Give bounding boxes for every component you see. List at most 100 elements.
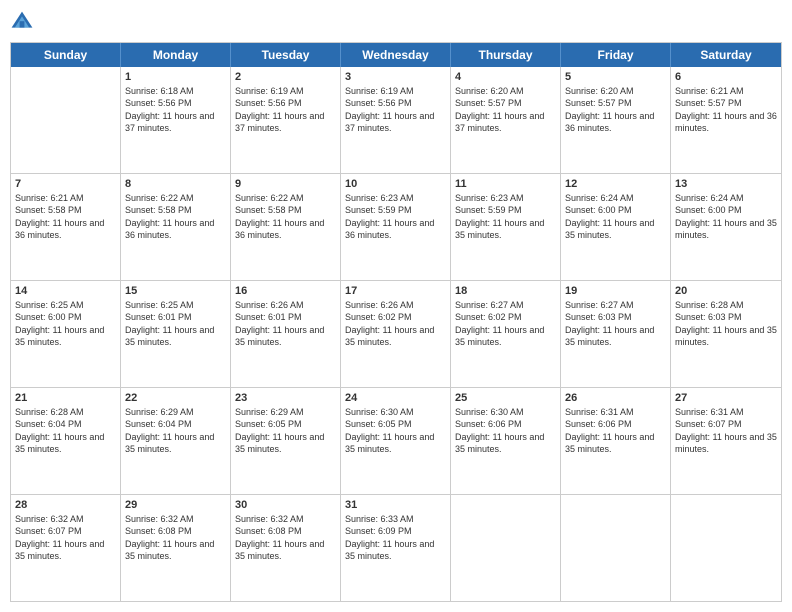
day-details: Sunrise: 6:28 AMSunset: 6:04 PMDaylight:… <box>15 406 116 455</box>
calendar-row-3: 21Sunrise: 6:28 AMSunset: 6:04 PMDayligh… <box>11 387 781 494</box>
day-details: Sunrise: 6:25 AMSunset: 6:00 PMDaylight:… <box>15 299 116 348</box>
day-details: Sunrise: 6:32 AMSunset: 6:08 PMDaylight:… <box>125 513 226 562</box>
day-details: Sunrise: 6:29 AMSunset: 6:04 PMDaylight:… <box>125 406 226 455</box>
day-number: 14 <box>15 284 116 298</box>
day-number: 1 <box>125 70 226 84</box>
day-number: 30 <box>235 498 336 512</box>
calendar-day-3: 3Sunrise: 6:19 AMSunset: 5:56 PMDaylight… <box>341 67 451 173</box>
header-day-saturday: Saturday <box>671 43 781 67</box>
header-day-thursday: Thursday <box>451 43 561 67</box>
day-details: Sunrise: 6:26 AMSunset: 6:01 PMDaylight:… <box>235 299 336 348</box>
calendar-day-18: 18Sunrise: 6:27 AMSunset: 6:02 PMDayligh… <box>451 281 561 387</box>
calendar-day-26: 26Sunrise: 6:31 AMSunset: 6:06 PMDayligh… <box>561 388 671 494</box>
calendar-day-21: 21Sunrise: 6:28 AMSunset: 6:04 PMDayligh… <box>11 388 121 494</box>
calendar-day-14: 14Sunrise: 6:25 AMSunset: 6:00 PMDayligh… <box>11 281 121 387</box>
calendar-day-4: 4Sunrise: 6:20 AMSunset: 5:57 PMDaylight… <box>451 67 561 173</box>
header-day-wednesday: Wednesday <box>341 43 451 67</box>
day-details: Sunrise: 6:32 AMSunset: 6:07 PMDaylight:… <box>15 513 116 562</box>
logo-icon <box>10 10 34 34</box>
calendar-day-empty <box>671 495 781 601</box>
day-details: Sunrise: 6:23 AMSunset: 5:59 PMDaylight:… <box>455 192 556 241</box>
day-number: 10 <box>345 177 446 191</box>
day-details: Sunrise: 6:20 AMSunset: 5:57 PMDaylight:… <box>455 85 556 134</box>
calendar-row-4: 28Sunrise: 6:32 AMSunset: 6:07 PMDayligh… <box>11 494 781 601</box>
calendar-day-28: 28Sunrise: 6:32 AMSunset: 6:07 PMDayligh… <box>11 495 121 601</box>
day-details: Sunrise: 6:31 AMSunset: 6:06 PMDaylight:… <box>565 406 666 455</box>
day-details: Sunrise: 6:20 AMSunset: 5:57 PMDaylight:… <box>565 85 666 134</box>
calendar-day-7: 7Sunrise: 6:21 AMSunset: 5:58 PMDaylight… <box>11 174 121 280</box>
header <box>10 10 782 34</box>
day-number: 8 <box>125 177 226 191</box>
calendar-day-8: 8Sunrise: 6:22 AMSunset: 5:58 PMDaylight… <box>121 174 231 280</box>
calendar-header: SundayMondayTuesdayWednesdayThursdayFrid… <box>11 43 781 67</box>
day-details: Sunrise: 6:24 AMSunset: 6:00 PMDaylight:… <box>675 192 777 241</box>
header-day-tuesday: Tuesday <box>231 43 341 67</box>
day-details: Sunrise: 6:33 AMSunset: 6:09 PMDaylight:… <box>345 513 446 562</box>
day-details: Sunrise: 6:24 AMSunset: 6:00 PMDaylight:… <box>565 192 666 241</box>
day-number: 2 <box>235 70 336 84</box>
day-number: 4 <box>455 70 556 84</box>
day-number: 23 <box>235 391 336 405</box>
day-details: Sunrise: 6:32 AMSunset: 6:08 PMDaylight:… <box>235 513 336 562</box>
day-details: Sunrise: 6:25 AMSunset: 6:01 PMDaylight:… <box>125 299 226 348</box>
calendar-day-23: 23Sunrise: 6:29 AMSunset: 6:05 PMDayligh… <box>231 388 341 494</box>
calendar-row-2: 14Sunrise: 6:25 AMSunset: 6:00 PMDayligh… <box>11 280 781 387</box>
calendar-day-empty <box>561 495 671 601</box>
day-details: Sunrise: 6:26 AMSunset: 6:02 PMDaylight:… <box>345 299 446 348</box>
day-details: Sunrise: 6:27 AMSunset: 6:02 PMDaylight:… <box>455 299 556 348</box>
calendar: SundayMondayTuesdayWednesdayThursdayFrid… <box>10 42 782 602</box>
logo <box>10 10 38 34</box>
day-number: 21 <box>15 391 116 405</box>
day-number: 7 <box>15 177 116 191</box>
day-details: Sunrise: 6:30 AMSunset: 6:06 PMDaylight:… <box>455 406 556 455</box>
calendar-day-19: 19Sunrise: 6:27 AMSunset: 6:03 PMDayligh… <box>561 281 671 387</box>
calendar-day-1: 1Sunrise: 6:18 AMSunset: 5:56 PMDaylight… <box>121 67 231 173</box>
calendar-day-22: 22Sunrise: 6:29 AMSunset: 6:04 PMDayligh… <box>121 388 231 494</box>
calendar-row-0: 1Sunrise: 6:18 AMSunset: 5:56 PMDaylight… <box>11 67 781 173</box>
calendar-day-5: 5Sunrise: 6:20 AMSunset: 5:57 PMDaylight… <box>561 67 671 173</box>
day-number: 26 <box>565 391 666 405</box>
day-number: 9 <box>235 177 336 191</box>
day-details: Sunrise: 6:27 AMSunset: 6:03 PMDaylight:… <box>565 299 666 348</box>
calendar-day-15: 15Sunrise: 6:25 AMSunset: 6:01 PMDayligh… <box>121 281 231 387</box>
calendar-day-27: 27Sunrise: 6:31 AMSunset: 6:07 PMDayligh… <box>671 388 781 494</box>
calendar-day-30: 30Sunrise: 6:32 AMSunset: 6:08 PMDayligh… <box>231 495 341 601</box>
calendar-day-11: 11Sunrise: 6:23 AMSunset: 5:59 PMDayligh… <box>451 174 561 280</box>
calendar-day-31: 31Sunrise: 6:33 AMSunset: 6:09 PMDayligh… <box>341 495 451 601</box>
day-number: 15 <box>125 284 226 298</box>
day-number: 28 <box>15 498 116 512</box>
day-number: 3 <box>345 70 446 84</box>
calendar-day-29: 29Sunrise: 6:32 AMSunset: 6:08 PMDayligh… <box>121 495 231 601</box>
calendar-day-13: 13Sunrise: 6:24 AMSunset: 6:00 PMDayligh… <box>671 174 781 280</box>
day-number: 12 <box>565 177 666 191</box>
day-details: Sunrise: 6:28 AMSunset: 6:03 PMDaylight:… <box>675 299 777 348</box>
calendar-day-20: 20Sunrise: 6:28 AMSunset: 6:03 PMDayligh… <box>671 281 781 387</box>
day-number: 31 <box>345 498 446 512</box>
calendar-day-empty <box>11 67 121 173</box>
day-details: Sunrise: 6:29 AMSunset: 6:05 PMDaylight:… <box>235 406 336 455</box>
day-details: Sunrise: 6:21 AMSunset: 5:57 PMDaylight:… <box>675 85 777 134</box>
calendar-day-2: 2Sunrise: 6:19 AMSunset: 5:56 PMDaylight… <box>231 67 341 173</box>
day-details: Sunrise: 6:21 AMSunset: 5:58 PMDaylight:… <box>15 192 116 241</box>
calendar-day-16: 16Sunrise: 6:26 AMSunset: 6:01 PMDayligh… <box>231 281 341 387</box>
day-details: Sunrise: 6:23 AMSunset: 5:59 PMDaylight:… <box>345 192 446 241</box>
day-details: Sunrise: 6:31 AMSunset: 6:07 PMDaylight:… <box>675 406 777 455</box>
calendar-day-empty <box>451 495 561 601</box>
calendar-day-24: 24Sunrise: 6:30 AMSunset: 6:05 PMDayligh… <box>341 388 451 494</box>
day-details: Sunrise: 6:19 AMSunset: 5:56 PMDaylight:… <box>345 85 446 134</box>
header-day-monday: Monday <box>121 43 231 67</box>
page: SundayMondayTuesdayWednesdayThursdayFrid… <box>0 0 792 612</box>
calendar-day-12: 12Sunrise: 6:24 AMSunset: 6:00 PMDayligh… <box>561 174 671 280</box>
day-details: Sunrise: 6:19 AMSunset: 5:56 PMDaylight:… <box>235 85 336 134</box>
day-number: 13 <box>675 177 777 191</box>
day-details: Sunrise: 6:22 AMSunset: 5:58 PMDaylight:… <box>125 192 226 241</box>
day-number: 5 <box>565 70 666 84</box>
day-details: Sunrise: 6:30 AMSunset: 6:05 PMDaylight:… <box>345 406 446 455</box>
calendar-day-25: 25Sunrise: 6:30 AMSunset: 6:06 PMDayligh… <box>451 388 561 494</box>
calendar-day-6: 6Sunrise: 6:21 AMSunset: 5:57 PMDaylight… <box>671 67 781 173</box>
header-day-friday: Friday <box>561 43 671 67</box>
day-details: Sunrise: 6:22 AMSunset: 5:58 PMDaylight:… <box>235 192 336 241</box>
calendar-day-10: 10Sunrise: 6:23 AMSunset: 5:59 PMDayligh… <box>341 174 451 280</box>
day-number: 22 <box>125 391 226 405</box>
calendar-row-1: 7Sunrise: 6:21 AMSunset: 5:58 PMDaylight… <box>11 173 781 280</box>
